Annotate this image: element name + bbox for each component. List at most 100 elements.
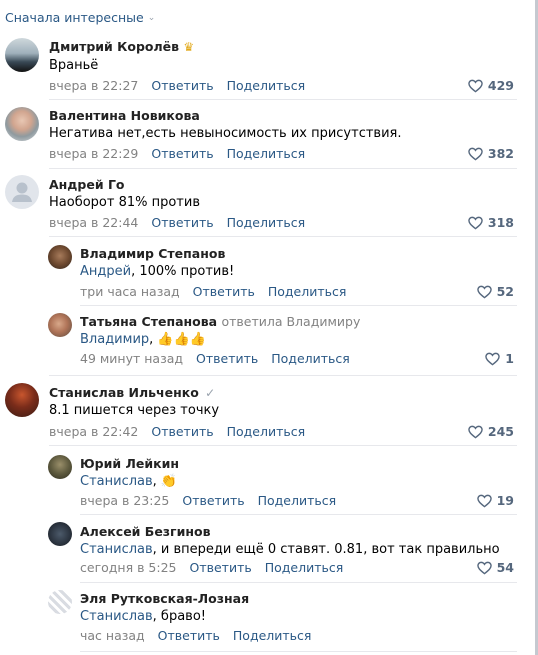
share-link[interactable]: Поделиться <box>227 424 306 439</box>
heart-outline-icon <box>468 216 483 230</box>
like-button[interactable]: 429 <box>468 78 514 93</box>
replied-to-label[interactable]: ответила Владимиру <box>221 314 360 329</box>
timestamp[interactable]: вчера в 22:42 <box>49 424 138 439</box>
timestamp[interactable]: сегодня в 5:25 <box>80 560 177 575</box>
comment-meta: час назад Ответить Поделиться <box>80 628 311 643</box>
avatar[interactable] <box>48 313 72 337</box>
timestamp[interactable]: 49 минут назад <box>80 351 183 366</box>
share-link[interactable]: Поделиться <box>265 560 344 575</box>
comment-meta: сегодня в 5:25 Ответить Поделиться <box>80 560 343 575</box>
reply-link[interactable]: Ответить <box>151 215 213 230</box>
like-count: 429 <box>487 78 514 93</box>
comment-text: Андрей, 100% против! <box>80 264 235 279</box>
comment-text: Владимир, 👍👍👍 <box>80 332 206 347</box>
author-name[interactable]: Владимир Степанов <box>80 246 225 261</box>
sort-dropdown[interactable]: Сначала интересные ⌄ <box>5 10 155 25</box>
like-count: 52 <box>496 284 514 299</box>
mention-link[interactable]: Станислав <box>80 609 153 624</box>
like-button[interactable]: 1 <box>485 351 514 366</box>
timestamp[interactable]: час назад <box>80 628 145 643</box>
avatar[interactable] <box>48 522 72 546</box>
comment-text: Станислав, браво! <box>80 609 206 624</box>
like-count: 19 <box>496 493 514 508</box>
heart-outline-icon <box>468 147 483 161</box>
timestamp[interactable]: вчера в 22:27 <box>49 78 138 93</box>
avatar[interactable] <box>5 38 39 72</box>
avatar[interactable] <box>48 590 72 614</box>
author-name[interactable]: Станислав Ильченко ✓ <box>49 385 215 400</box>
comment-meta: вчера в 22:42 Ответить Поделиться <box>49 424 305 439</box>
comment-text: Станислав, 👏 <box>80 474 178 489</box>
divider <box>49 445 517 446</box>
heart-outline-icon <box>476 561 492 575</box>
like-button[interactable]: 19 <box>476 493 514 508</box>
default-user-icon <box>12 182 32 202</box>
like-count: 1 <box>505 351 514 366</box>
mention-link[interactable]: Станислав <box>80 474 153 489</box>
mention-link[interactable]: Станислав <box>80 542 153 557</box>
reply-link[interactable]: Ответить <box>151 78 213 93</box>
avatar[interactable] <box>48 455 72 479</box>
avatar[interactable] <box>5 175 39 209</box>
divider <box>80 514 517 515</box>
heart-outline-icon <box>468 79 483 93</box>
like-button[interactable]: 52 <box>476 284 514 299</box>
author-name[interactable]: Дмитрий Королёв ♛ <box>49 39 194 54</box>
share-link[interactable]: Поделиться <box>268 284 347 299</box>
divider <box>49 99 517 100</box>
like-button[interactable]: 318 <box>468 215 514 230</box>
author-name[interactable]: Эля Рутковская-Лозная <box>80 591 249 606</box>
share-link[interactable]: Поделиться <box>271 351 350 366</box>
share-link[interactable]: Поделиться <box>258 493 337 508</box>
like-button[interactable]: 54 <box>476 560 514 575</box>
mention-link[interactable]: Андрей <box>80 264 131 279</box>
divider <box>49 236 517 237</box>
comment-meta: вчера в 22:44 Ответить Поделиться <box>49 215 305 230</box>
divider <box>80 582 517 583</box>
sort-label: Сначала интересные <box>5 10 144 25</box>
avatar[interactable] <box>5 383 39 417</box>
share-link[interactable]: Поделиться <box>227 78 306 93</box>
crown-icon: ♛ <box>183 40 195 54</box>
author-name[interactable]: Алексей Безгинов <box>80 524 210 539</box>
reply-link[interactable]: Ответить <box>196 351 258 366</box>
reply-link[interactable]: Ответить <box>151 424 213 439</box>
comment-meta: вчера в 22:29 Ответить Поделиться <box>49 146 305 161</box>
heart-outline-icon <box>476 285 492 299</box>
author-name[interactable]: Юрий Лейкин <box>80 456 179 471</box>
comment-text: Враньё <box>49 58 99 73</box>
comment-text: 8.1 пишется через точку <box>49 403 220 418</box>
timestamp[interactable]: вчера в 23:25 <box>80 493 169 508</box>
share-link[interactable]: Поделиться <box>227 215 306 230</box>
like-count: 54 <box>496 560 514 575</box>
comment-meta: вчера в 23:25 Ответить Поделиться <box>80 493 336 508</box>
comment-text: Станислав, и впереди ещё 0 ставят. 0.81,… <box>80 542 500 557</box>
author-name[interactable]: Валентина Новикова <box>49 108 200 123</box>
timestamp[interactable]: вчера в 22:29 <box>49 146 138 161</box>
divider <box>49 375 517 376</box>
reply-link[interactable]: Ответить <box>189 560 251 575</box>
divider <box>80 651 517 652</box>
share-link[interactable]: Поделиться <box>233 628 312 643</box>
heart-outline-icon <box>468 425 483 439</box>
avatar[interactable] <box>5 107 39 141</box>
reply-link[interactable]: Ответить <box>193 284 255 299</box>
divider <box>80 305 517 306</box>
mention-link[interactable]: Владимир <box>80 332 149 347</box>
like-button[interactable]: 245 <box>468 424 514 439</box>
verified-icon: ✓ <box>205 386 216 400</box>
timestamp[interactable]: вчера в 22:44 <box>49 215 138 230</box>
timestamp[interactable]: три часа назад <box>80 284 180 299</box>
reply-link[interactable]: Ответить <box>158 628 220 643</box>
author-name[interactable]: Татьяна Степанова ответила Владимиру <box>80 314 360 329</box>
author-name[interactable]: Андрей Го <box>49 177 125 192</box>
comment-meta: вчера в 22:27 Ответить Поделиться <box>49 78 305 93</box>
heart-outline-icon <box>476 494 492 508</box>
share-link[interactable]: Поделиться <box>227 146 306 161</box>
chevron-down-icon: ⌄ <box>147 12 156 23</box>
comment-text: Наоборот 81% против <box>49 195 200 210</box>
like-button[interactable]: 382 <box>468 146 514 161</box>
reply-link[interactable]: Ответить <box>151 146 213 161</box>
reply-link[interactable]: Ответить <box>182 493 244 508</box>
avatar[interactable] <box>48 245 72 269</box>
